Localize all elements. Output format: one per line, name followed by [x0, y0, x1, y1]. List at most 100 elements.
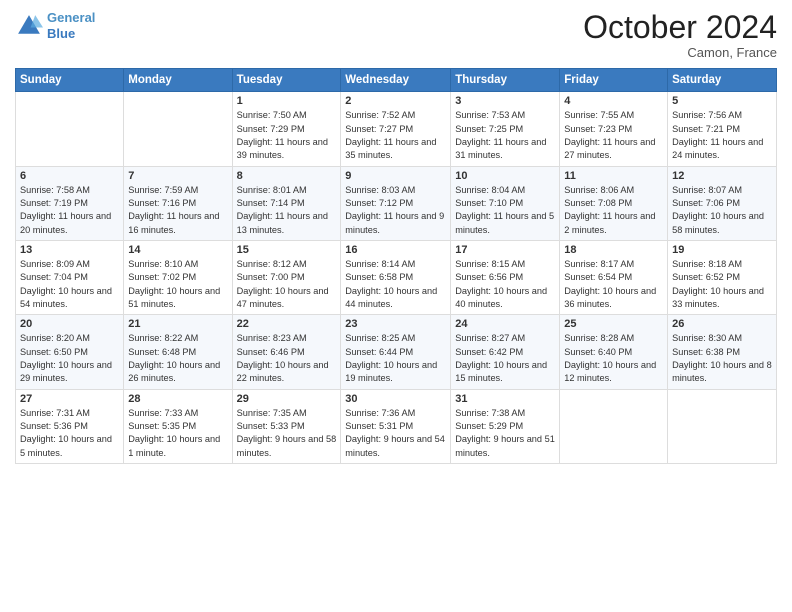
- day-info: Sunrise: 7:52 AMSunset: 7:27 PMDaylight:…: [345, 109, 446, 162]
- day-number: 14: [128, 244, 227, 256]
- day-info: Sunrise: 7:58 AMSunset: 7:19 PMDaylight:…: [20, 184, 119, 237]
- calendar-cell: 14 Sunrise: 8:10 AMSunset: 7:02 PMDayligh…: [124, 240, 232, 314]
- day-info: Sunrise: 7:33 AMSunset: 5:35 PMDaylight:…: [128, 407, 227, 460]
- day-info: Sunrise: 8:10 AMSunset: 7:02 PMDaylight:…: [128, 258, 227, 311]
- calendar-cell: 20Sunrise: 8:20 AMSunset: 6:50 PMDayligh…: [16, 315, 124, 389]
- day-info: Sunrise: 7:50 AMSunset: 7:29 PMDaylight:…: [237, 109, 337, 162]
- day-number: 29: [237, 393, 337, 405]
- day-number: 18: [564, 244, 663, 256]
- day-info: Sunrise: 8:30 AMSunset: 6:38 PMDaylight:…: [672, 332, 772, 385]
- calendar-cell: 25 Sunrise: 8:28 AMSunset: 6:40 PMDayligh…: [560, 315, 668, 389]
- day-number: 21: [128, 318, 227, 330]
- day-number: 3: [455, 95, 555, 107]
- logo-blue: Blue: [47, 26, 75, 41]
- page: General Blue October 2024 Camon, France …: [0, 0, 792, 612]
- day-number: 22: [237, 318, 337, 330]
- day-number: 28: [128, 393, 227, 405]
- day-info: Sunrise: 8:14 AMSunset: 6:58 PMDaylight:…: [345, 258, 446, 311]
- header: General Blue October 2024 Camon, France: [15, 10, 777, 60]
- day-number: 31: [455, 393, 555, 405]
- weekday-header-row: SundayMondayTuesdayWednesdayThursdayFrid…: [16, 69, 777, 92]
- calendar-cell: 9 Sunrise: 8:03 AMSunset: 7:12 PMDaylight…: [341, 166, 451, 240]
- day-number: 2: [345, 95, 446, 107]
- week-row-3: 13 Sunrise: 8:09 AMSunset: 7:04 PMDayligh…: [16, 240, 777, 314]
- calendar-cell: [560, 389, 668, 463]
- day-info: Sunrise: 7:35 AMSunset: 5:33 PMDaylight:…: [237, 407, 337, 460]
- calendar-cell: 19Sunrise: 8:18 AMSunset: 6:52 PMDayligh…: [668, 240, 777, 314]
- calendar-cell: [16, 92, 124, 166]
- day-info: Sunrise: 8:17 AMSunset: 6:54 PMDaylight:…: [564, 258, 663, 311]
- week-row-4: 20Sunrise: 8:20 AMSunset: 6:50 PMDayligh…: [16, 315, 777, 389]
- day-info: Sunrise: 7:38 AMSunset: 5:29 PMDaylight:…: [455, 407, 555, 460]
- day-number: 30: [345, 393, 446, 405]
- calendar-cell: 26 Sunrise: 8:30 AMSunset: 6:38 PMDayligh…: [668, 315, 777, 389]
- day-info: Sunrise: 8:09 AMSunset: 7:04 PMDaylight:…: [20, 258, 119, 311]
- day-info: Sunrise: 8:06 AMSunset: 7:08 PMDaylight:…: [564, 184, 663, 237]
- calendar-cell: 1Sunrise: 7:50 AMSunset: 7:29 PMDaylight…: [232, 92, 341, 166]
- week-row-5: 27Sunrise: 7:31 AMSunset: 5:36 PMDayligh…: [16, 389, 777, 463]
- day-info: Sunrise: 8:07 AMSunset: 7:06 PMDaylight:…: [672, 184, 772, 237]
- day-number: 13: [20, 244, 119, 256]
- calendar-cell: [668, 389, 777, 463]
- day-info: Sunrise: 8:03 AMSunset: 7:12 PMDaylight:…: [345, 184, 446, 237]
- day-info: Sunrise: 7:56 AMSunset: 7:21 PMDaylight:…: [672, 109, 772, 162]
- calendar-cell: [124, 92, 232, 166]
- day-number: 5: [672, 95, 772, 107]
- day-info: Sunrise: 8:23 AMSunset: 6:46 PMDaylight:…: [237, 332, 337, 385]
- calendar-cell: 17 Sunrise: 8:15 AMSunset: 6:56 PMDayligh…: [451, 240, 560, 314]
- calendar-cell: 23 Sunrise: 8:25 AMSunset: 6:44 PMDayligh…: [341, 315, 451, 389]
- calendar-cell: 30 Sunrise: 7:36 AMSunset: 5:31 PMDayligh…: [341, 389, 451, 463]
- calendar-cell: 12 Sunrise: 8:07 AMSunset: 7:06 PMDayligh…: [668, 166, 777, 240]
- calendar-cell: 10 Sunrise: 8:04 AMSunset: 7:10 PMDayligh…: [451, 166, 560, 240]
- title-block: October 2024 Camon, France: [583, 10, 777, 60]
- day-number: 16: [345, 244, 446, 256]
- day-number: 11: [564, 170, 663, 182]
- day-number: 6: [20, 170, 119, 182]
- day-number: 12: [672, 170, 772, 182]
- day-info: Sunrise: 7:36 AMSunset: 5:31 PMDaylight:…: [345, 407, 446, 460]
- calendar-cell: 6 Sunrise: 7:58 AMSunset: 7:19 PMDaylight…: [16, 166, 124, 240]
- calendar-cell: 27Sunrise: 7:31 AMSunset: 5:36 PMDayligh…: [16, 389, 124, 463]
- location-subtitle: Camon, France: [583, 45, 777, 60]
- day-info: Sunrise: 7:59 AMSunset: 7:16 PMDaylight:…: [128, 184, 227, 237]
- weekday-header-tuesday: Tuesday: [232, 69, 341, 92]
- day-info: Sunrise: 8:04 AMSunset: 7:10 PMDaylight:…: [455, 184, 555, 237]
- calendar-cell: 24Sunrise: 8:27 AMSunset: 6:42 PMDayligh…: [451, 315, 560, 389]
- day-number: 8: [237, 170, 337, 182]
- day-number: 23: [345, 318, 446, 330]
- day-info: Sunrise: 7:53 AMSunset: 7:25 PMDaylight:…: [455, 109, 555, 162]
- month-title: October 2024: [583, 10, 777, 45]
- weekday-header-wednesday: Wednesday: [341, 69, 451, 92]
- calendar-cell: 3 Sunrise: 7:53 AMSunset: 7:25 PMDaylight…: [451, 92, 560, 166]
- calendar-cell: 31 Sunrise: 7:38 AMSunset: 5:29 PMDayligh…: [451, 389, 560, 463]
- calendar-cell: 16 Sunrise: 8:14 AMSunset: 6:58 PMDayligh…: [341, 240, 451, 314]
- day-info: Sunrise: 8:25 AMSunset: 6:44 PMDaylight:…: [345, 332, 446, 385]
- day-info: Sunrise: 8:15 AMSunset: 6:56 PMDaylight:…: [455, 258, 555, 311]
- day-info: Sunrise: 7:55 AMSunset: 7:23 PMDaylight:…: [564, 109, 663, 162]
- calendar-cell: 5 Sunrise: 7:56 AMSunset: 7:21 PMDaylight…: [668, 92, 777, 166]
- day-number: 15: [237, 244, 337, 256]
- calendar-cell: 18 Sunrise: 8:17 AMSunset: 6:54 PMDayligh…: [560, 240, 668, 314]
- calendar-cell: 7Sunrise: 7:59 AMSunset: 7:16 PMDaylight…: [124, 166, 232, 240]
- day-number: 25: [564, 318, 663, 330]
- calendar-cell: 28 Sunrise: 7:33 AMSunset: 5:35 PMDayligh…: [124, 389, 232, 463]
- calendar-cell: 8Sunrise: 8:01 AMSunset: 7:14 PMDaylight…: [232, 166, 341, 240]
- day-number: 9: [345, 170, 446, 182]
- day-number: 24: [455, 318, 555, 330]
- day-number: 17: [455, 244, 555, 256]
- day-info: Sunrise: 8:28 AMSunset: 6:40 PMDaylight:…: [564, 332, 663, 385]
- calendar-cell: 13 Sunrise: 8:09 AMSunset: 7:04 PMDayligh…: [16, 240, 124, 314]
- week-row-1: 1Sunrise: 7:50 AMSunset: 7:29 PMDaylight…: [16, 92, 777, 166]
- calendar-cell: 11 Sunrise: 8:06 AMSunset: 7:08 PMDayligh…: [560, 166, 668, 240]
- weekday-header-thursday: Thursday: [451, 69, 560, 92]
- day-number: 10: [455, 170, 555, 182]
- day-number: 26: [672, 318, 772, 330]
- logo-general: General: [47, 10, 95, 25]
- calendar-cell: 22 Sunrise: 8:23 AMSunset: 6:46 PMDayligh…: [232, 315, 341, 389]
- calendar-cell: 21Sunrise: 8:22 AMSunset: 6:48 PMDayligh…: [124, 315, 232, 389]
- logo: General Blue: [15, 10, 95, 41]
- weekday-header-sunday: Sunday: [16, 69, 124, 92]
- day-info: Sunrise: 8:12 AMSunset: 7:00 PMDaylight:…: [237, 258, 337, 311]
- calendar-cell: 2 Sunrise: 7:52 AMSunset: 7:27 PMDaylight…: [341, 92, 451, 166]
- week-row-2: 6 Sunrise: 7:58 AMSunset: 7:19 PMDaylight…: [16, 166, 777, 240]
